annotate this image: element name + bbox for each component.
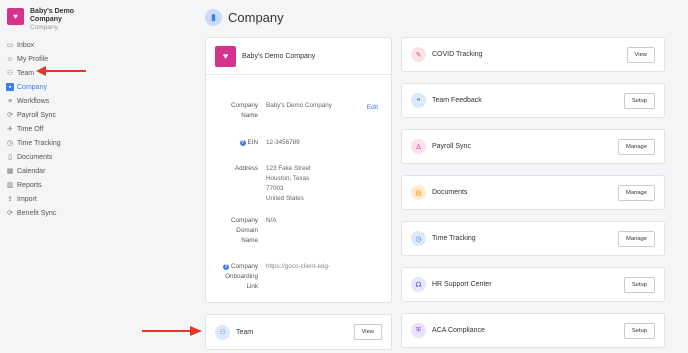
service-card-team-feedback: ❝ Team Feedback Setup — [401, 83, 665, 118]
syringe-icon: ✎ — [411, 47, 426, 62]
sidebar-item-payroll-sync[interactable]: ⟳ Payroll Sync — [6, 108, 126, 122]
upload-icon: ⇪ — [7, 196, 13, 203]
sidebar-item-time-off[interactable]: ✈ Time Off — [6, 122, 126, 136]
ein-value: 12-3456789 — [266, 139, 300, 146]
service-card-payroll-sync: ♙ Payroll Sync Manage — [401, 129, 665, 164]
org-switcher[interactable]: ♥ Baby's Demo Company Company — [7, 8, 74, 32]
service-card-time-tracking: ◷ Time Tracking Manage — [401, 221, 665, 256]
document-icon: ▤ — [411, 185, 426, 200]
org-name-line2: Company — [30, 16, 62, 23]
sidebar-item-company[interactable]: ▪ Company — [6, 80, 126, 94]
address-value: 123 Fake Street Houston, Texas 77003 Uni… — [266, 165, 311, 202]
company-logo: ♥ — [215, 45, 236, 67]
headset-icon: ☊ — [411, 277, 426, 292]
team-card: ⚇ Team View — [205, 314, 392, 350]
company-icon: ▪ — [6, 83, 14, 91]
team-icon: ⚇ — [215, 324, 230, 340]
domain-label: Company Domain Name — [231, 217, 258, 244]
service-card-covid-tracking: ✎ COVID Tracking View — [401, 37, 665, 72]
team-view-button[interactable]: View — [353, 324, 382, 340]
help-icon[interactable]: ? — [223, 264, 230, 270]
ein-label: ? EIN — [239, 139, 258, 146]
payroll-sync-manage-button[interactable]: Manage — [618, 139, 655, 155]
sidebar-item-import[interactable]: ⇪ Import — [6, 192, 126, 206]
address-label: Address — [234, 165, 258, 172]
sidebar-item-inbox[interactable]: ▭ Inbox — [6, 38, 126, 52]
org-name-line1: Baby's Demo — [30, 8, 75, 15]
chat-icon: ❝ — [411, 93, 426, 108]
inbox-icon: ▭ — [6, 42, 14, 49]
page-title: Company — [228, 10, 284, 25]
hr-support-setup-button[interactable]: Setup — [623, 277, 655, 293]
team-icon: ⚇ — [6, 70, 14, 77]
workflows-icon: ≡ — [7, 97, 13, 105]
sidebar-item-my-profile[interactable]: ☺ My Profile — [6, 52, 126, 66]
team-feedback-setup-button[interactable]: Setup — [623, 93, 655, 109]
service-card-aca-compliance: ⛨ ACA Compliance Setup — [401, 313, 665, 348]
company-name-value: Baby's Demo Company — [266, 102, 332, 109]
service-card-documents: ▤ Documents Manage — [401, 175, 665, 210]
domain-value: N/A — [266, 217, 277, 224]
sidebar-item-benefit-sync[interactable]: ⟳ Benefit Sync — [6, 206, 126, 220]
org-subtitle: Company — [30, 24, 58, 31]
bookmark-icon: ▮ — [205, 9, 222, 26]
sync-icon: ⟳ — [7, 112, 13, 119]
sidebar-item-documents[interactable]: ▯ Documents — [6, 150, 126, 164]
aca-compliance-setup-button[interactable]: Setup — [623, 323, 655, 339]
sidebar-item-workflows[interactable]: ≡ Workflows — [6, 94, 126, 108]
edit-link[interactable]: Edit — [367, 104, 378, 111]
arrow-right-icon — [142, 326, 202, 336]
company-name: Baby's Demo Company — [242, 52, 316, 60]
sidebar-item-reports[interactable]: ▥ Reports — [6, 178, 126, 192]
user-icon: ☺ — [6, 55, 14, 63]
onboarding-link-value[interactable]: https://goco-client-edg- — [266, 262, 330, 272]
clock-icon: ◷ — [6, 140, 14, 147]
covid-tracking-view-button[interactable]: View — [626, 47, 655, 63]
arrow-left-icon — [36, 66, 86, 76]
person-icon: ♙ — [411, 139, 426, 154]
sync-icon: ⟳ — [7, 210, 13, 217]
documents-manage-button[interactable]: Manage — [618, 185, 655, 201]
chart-icon: ▥ — [6, 182, 14, 189]
sidebar: ♥ Baby's Demo Company Company ▭ Inbox ☺ My… — [0, 0, 190, 353]
org-logo: ♥ — [7, 8, 24, 25]
clock-icon: ◷ — [411, 231, 426, 246]
company-card-header: ♥ Baby's Demo Company — [206, 38, 391, 75]
sidebar-item-calendar[interactable]: ▦ Calendar — [6, 164, 126, 178]
page-header: ▮ Company — [205, 9, 284, 26]
team-card-label: Team — [236, 328, 254, 336]
service-card-hr-support-center: ☊ HR Support Center Setup — [401, 267, 665, 302]
time-tracking-manage-button[interactable]: Manage — [618, 231, 655, 247]
help-icon[interactable]: ? — [239, 140, 246, 146]
document-icon: ▯ — [8, 154, 12, 161]
company-name-label: Company Name — [231, 102, 258, 119]
plane-icon: ✈ — [7, 126, 13, 133]
onboarding-link-label: ? Company Onboarding Link — [223, 263, 258, 290]
sidebar-item-time-tracking[interactable]: ◷ Time Tracking — [6, 136, 126, 150]
calendar-icon: ▦ — [6, 168, 14, 175]
shield-icon: ⛨ — [411, 323, 426, 338]
company-card: ♥ Baby's Demo Company Edit Company Name … — [205, 37, 392, 303]
